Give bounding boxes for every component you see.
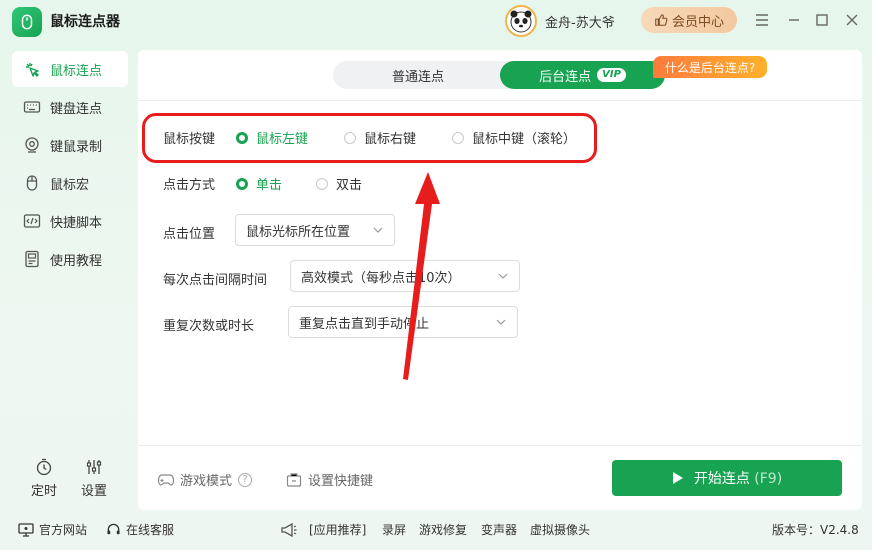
shortcut-settings-button[interactable]: 设置快捷键: [286, 470, 373, 489]
shortcut-icon: [286, 472, 302, 487]
online-support-link[interactable]: 在线客服: [106, 521, 174, 538]
keyboard-icon: [22, 97, 42, 117]
highlight-box: [142, 113, 597, 163]
interval-label: 每次点击间隔时间: [163, 273, 268, 288]
recommend-label: [应用推荐]: [309, 523, 367, 537]
headset-icon: [107, 523, 120, 535]
close-button[interactable]: [840, 8, 864, 32]
sidebar-item-mouse-click[interactable]: 鼠标连点: [12, 51, 128, 87]
timer-icon: [36, 458, 52, 476]
tab-background-click[interactable]: 后台连点 VIP: [500, 61, 665, 89]
footer-link-recorder[interactable]: 录屏: [382, 521, 406, 538]
help-icon[interactable]: ?: [238, 472, 253, 487]
member-center-label: 会员中心: [671, 14, 724, 30]
timer-label: 定时: [30, 484, 57, 499]
background-click-tip[interactable]: 什么是后台连点?: [653, 56, 767, 78]
online-support-label: 在线客服: [126, 523, 175, 537]
app-title: 鼠标连点器: [50, 14, 120, 30]
radio-label: 单击: [256, 178, 283, 193]
repeat-label: 重复次数或时长: [163, 319, 255, 334]
red-arrow-annotation: [403, 172, 440, 380]
start-hotkey: (F9): [754, 471, 783, 487]
tutorial-icon: [22, 249, 42, 269]
gamepad-icon: [158, 473, 174, 486]
chevron-down-icon: [495, 316, 507, 328]
menu-icon: [756, 14, 768, 26]
click-position-label: 点击位置: [163, 227, 216, 242]
radio-single-click[interactable]: 单击: [236, 174, 282, 193]
game-mode-toggle[interactable]: 游戏模式 ?: [158, 470, 253, 489]
chevron-down-icon: [372, 224, 384, 236]
username: 金舟-苏大爷: [545, 16, 615, 31]
start-label: 开始连点: [693, 471, 750, 487]
record-icon: [22, 135, 42, 155]
shortcut-label: 设置快捷键: [308, 474, 374, 489]
sidebar-item-label: 键盘连点: [50, 101, 103, 117]
mouse-logo-icon: [21, 14, 33, 30]
recommend-section: [应用推荐]: [280, 521, 366, 538]
megaphone-icon: [281, 522, 297, 537]
radio-double-click[interactable]: 双击: [316, 174, 362, 193]
minimize-button[interactable]: [782, 8, 806, 32]
sidebar-item-keyboard-click[interactable]: 键盘连点: [12, 89, 128, 125]
tab-divider: [138, 100, 862, 101]
settings-button[interactable]: 设置: [74, 458, 114, 499]
member-center-button[interactable]: 会员中心: [641, 7, 737, 33]
version-text: 版本号：V2.4.8: [772, 523, 859, 537]
panda-avatar-icon: [510, 10, 532, 33]
sidebar-item-label: 鼠标连点: [50, 63, 103, 79]
thumbs-up-icon: [655, 14, 668, 26]
start-click-button[interactable]: 开始连点 (F9): [612, 460, 842, 496]
settings-label: 设置: [80, 484, 107, 499]
game-mode-label: 游戏模式: [180, 474, 233, 489]
footer-link-voice-changer[interactable]: 变声器: [481, 521, 517, 538]
radio-dot: [236, 177, 248, 190]
footer-link-virtual-camera[interactable]: 虚拟摄像头: [530, 521, 590, 538]
official-website-label: 官方网站: [39, 523, 88, 537]
sidebar-item-label: 快捷脚本: [50, 215, 103, 231]
sidebar-item-script[interactable]: 快捷脚本: [12, 203, 128, 239]
radio-label: 双击: [336, 178, 363, 193]
sidebar-item-label: 使用教程: [50, 253, 103, 269]
select-value: 鼠标光标所在位置: [246, 224, 351, 240]
sidebar-item-record[interactable]: 键鼠录制: [12, 127, 128, 163]
bottom-divider: [138, 445, 862, 446]
official-website-link[interactable]: 官方网站: [18, 521, 87, 538]
sidebar-item-mouse-macro[interactable]: 鼠标宏: [12, 165, 128, 201]
footer-link-game-repair[interactable]: 游戏修复: [419, 521, 467, 538]
click-icon: [22, 59, 42, 79]
close-icon: [846, 14, 858, 26]
tab-normal-click[interactable]: 普通连点: [333, 61, 503, 89]
tab-background-label: 后台连点: [539, 69, 592, 85]
settings-sliders-icon: [86, 460, 102, 474]
minimize-icon: [789, 19, 799, 21]
maximize-icon: [816, 14, 828, 26]
click-position-select[interactable]: 鼠标光标所在位置: [235, 214, 395, 246]
menu-button[interactable]: [750, 8, 774, 32]
script-icon: [22, 211, 42, 231]
tab-normal-label: 普通连点: [391, 69, 444, 85]
maximize-button[interactable]: [810, 8, 834, 32]
play-icon: [672, 472, 683, 484]
chevron-down-icon: [497, 270, 509, 282]
sidebar-item-tutorial[interactable]: 使用教程: [12, 241, 128, 277]
click-mode-label: 点击方式: [163, 178, 216, 193]
mouse-icon: [22, 173, 42, 193]
vip-badge: VIP: [597, 68, 626, 82]
sidebar-item-label: 键鼠录制: [50, 139, 103, 155]
app-logo: [12, 7, 42, 37]
monitor-icon: [18, 522, 34, 537]
avatar[interactable]: [505, 5, 537, 37]
timer-button[interactable]: 定时: [24, 458, 64, 499]
sidebar-item-label: 鼠标宏: [50, 177, 90, 193]
radio-dot: [316, 177, 328, 190]
